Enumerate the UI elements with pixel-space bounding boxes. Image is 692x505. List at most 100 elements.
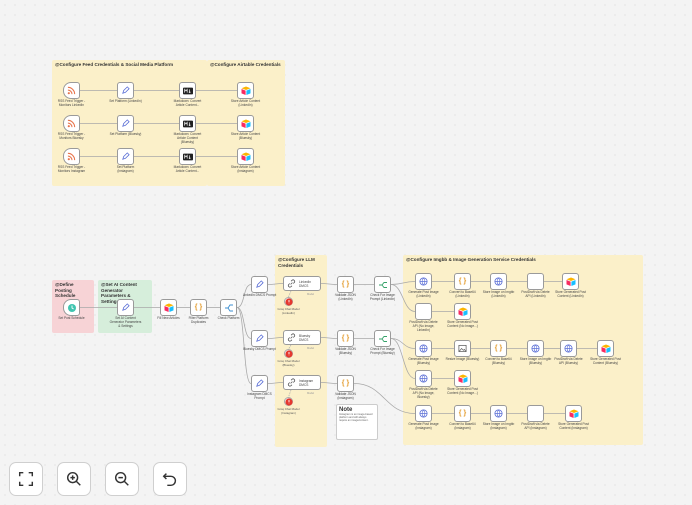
node-lp2[interactable] [251, 330, 268, 347]
link-icon [287, 279, 296, 288]
node-label: PostDraft via Delete API (No Image, Link… [409, 320, 438, 332]
airtable-icon [241, 119, 251, 128]
globe-icon [494, 277, 503, 286]
pen-icon [121, 86, 130, 95]
node-label: Markdown: Convert Article Content... [173, 99, 202, 107]
node-pd3[interactable] [527, 405, 544, 422]
node-pdn1[interactable] [415, 303, 432, 320]
groq-icon [284, 397, 293, 406]
zoom-out-button[interactable] [105, 462, 139, 496]
node-label: PostDraft via Delete API (Bluesky) [554, 357, 583, 365]
connection-ci1-g1 [390, 281, 416, 285]
node-pdn2[interactable] [415, 370, 432, 387]
connection-lp3-ag3 [267, 382, 284, 384]
node-label: PostDraft via Delete API (No Image, Blue… [409, 387, 438, 399]
node-sg1[interactable] [562, 273, 579, 290]
connection-ag1-vj1 [320, 283, 338, 285]
node-at1[interactable] [237, 82, 254, 99]
node-pd2[interactable] [527, 340, 544, 357]
groq-icon [284, 349, 293, 358]
node-rss3[interactable] [63, 148, 80, 165]
node-md3[interactable] [179, 148, 196, 165]
pen-icon [121, 119, 130, 128]
node-vj2[interactable]: { } [337, 330, 354, 347]
node-ib2[interactable]: { } [490, 340, 507, 357]
node-rss1[interactable] [63, 82, 80, 99]
node-at2[interactable] [237, 115, 254, 132]
node-label: RSS Feed Trigger - Monitors Instagram [57, 165, 86, 173]
node-md1[interactable] [179, 82, 196, 99]
node-label: LinkedIn DMCS Prompt [242, 293, 277, 297]
node-setai[interactable] [117, 299, 134, 316]
code-icon: { } [194, 304, 203, 311]
node-fetch[interactable] [160, 299, 177, 316]
node-label: Markdown: Convert Article Content (Blues… [173, 132, 202, 144]
node-inline-label: Bluesky DMCS [299, 333, 311, 342]
node-label: Check For Image Prompt (Bluesky) [370, 347, 395, 355]
node-g1[interactable] [415, 273, 432, 290]
airtable-icon [241, 152, 251, 161]
node-label: PostDraft via Delete API (LinkedIn) [521, 290, 550, 298]
node-rss2[interactable] [63, 115, 80, 132]
node-ib1[interactable] [490, 273, 507, 290]
node-vj3[interactable]: { } [337, 375, 354, 392]
node-label: PostDraft via Delete API (Instagram) [521, 422, 550, 430]
zoom-in-button[interactable] [57, 462, 91, 496]
model-port-label: Model [307, 293, 315, 296]
node-label: Set Platform (Bluesky) [109, 132, 142, 136]
node-at3[interactable] [237, 148, 254, 165]
node-label: Bluesky DMCS Prompt [243, 347, 276, 351]
code-icon: { } [458, 278, 467, 285]
node-pd1[interactable] [527, 273, 544, 290]
node-cm3[interactable] [284, 397, 293, 406]
node-label: Check Platform [217, 316, 240, 320]
node-inline-label: LinkedIn DMCS [299, 279, 312, 288]
code-icon: { } [341, 281, 350, 288]
node-ib3[interactable] [490, 405, 507, 422]
node-filter[interactable]: { } [190, 299, 207, 316]
node-sg2[interactable] [560, 340, 577, 357]
node-setp1[interactable] [117, 82, 134, 99]
node-ag1[interactable]: LinkedIn DMCS [283, 276, 321, 291]
switch-icon [224, 304, 234, 312]
node-cb2[interactable] [454, 340, 471, 357]
node-g3[interactable] [415, 405, 432, 422]
pen-icon [121, 303, 130, 312]
node-label: Store Image on Imgbb (LinkedIn) [482, 290, 515, 298]
node-label: Validate JSON (Instagram) [335, 392, 356, 400]
node-cb3[interactable]: { } [454, 405, 471, 422]
link-icon [287, 378, 296, 387]
node-cb1[interactable]: { } [454, 273, 471, 290]
node-ci2[interactable] [374, 330, 391, 347]
node-sched[interactable] [63, 299, 80, 316]
node-ag2[interactable]: Bluesky DMCS [283, 330, 321, 345]
node-sg2b[interactable] [597, 340, 614, 357]
node-lp1[interactable] [251, 276, 268, 293]
node-setp3[interactable] [117, 148, 134, 165]
airtable-icon [241, 86, 251, 95]
fit-view-button[interactable] [9, 462, 43, 496]
node-label: Store Image on Imgbb (Bluesky) [519, 357, 552, 365]
node-label: Store Generated Post Content (No Image..… [447, 387, 478, 395]
node-lp3[interactable] [251, 375, 268, 392]
node-setp2[interactable] [117, 115, 134, 132]
node-md2[interactable] [179, 115, 196, 132]
node-cm1[interactable] [284, 297, 293, 306]
rss-icon [67, 119, 76, 128]
node-label: Generate Post Image (Bluesky) [408, 357, 439, 365]
note-card[interactable]: Note Instagram is an image-based platfor… [336, 404, 378, 440]
node-sgn2[interactable] [454, 370, 471, 387]
node-g2[interactable] [415, 340, 432, 357]
node-check[interactable] [220, 299, 237, 316]
node-ci1[interactable] [374, 276, 391, 293]
node-sgn1[interactable] [454, 303, 471, 320]
note-body: Instagram is an image-based platform and… [339, 413, 373, 423]
airtable-icon [569, 409, 579, 418]
node-ag3[interactable]: Instagram DMCS [283, 375, 321, 390]
node-vj1[interactable]: { } [337, 276, 354, 293]
node-label: Resize Image (Bluesky) [445, 357, 480, 361]
node-cm2[interactable] [284, 349, 293, 358]
undo-button[interactable] [153, 462, 187, 496]
connection-check-lp2 [236, 307, 252, 339]
node-sg3[interactable] [565, 405, 582, 422]
